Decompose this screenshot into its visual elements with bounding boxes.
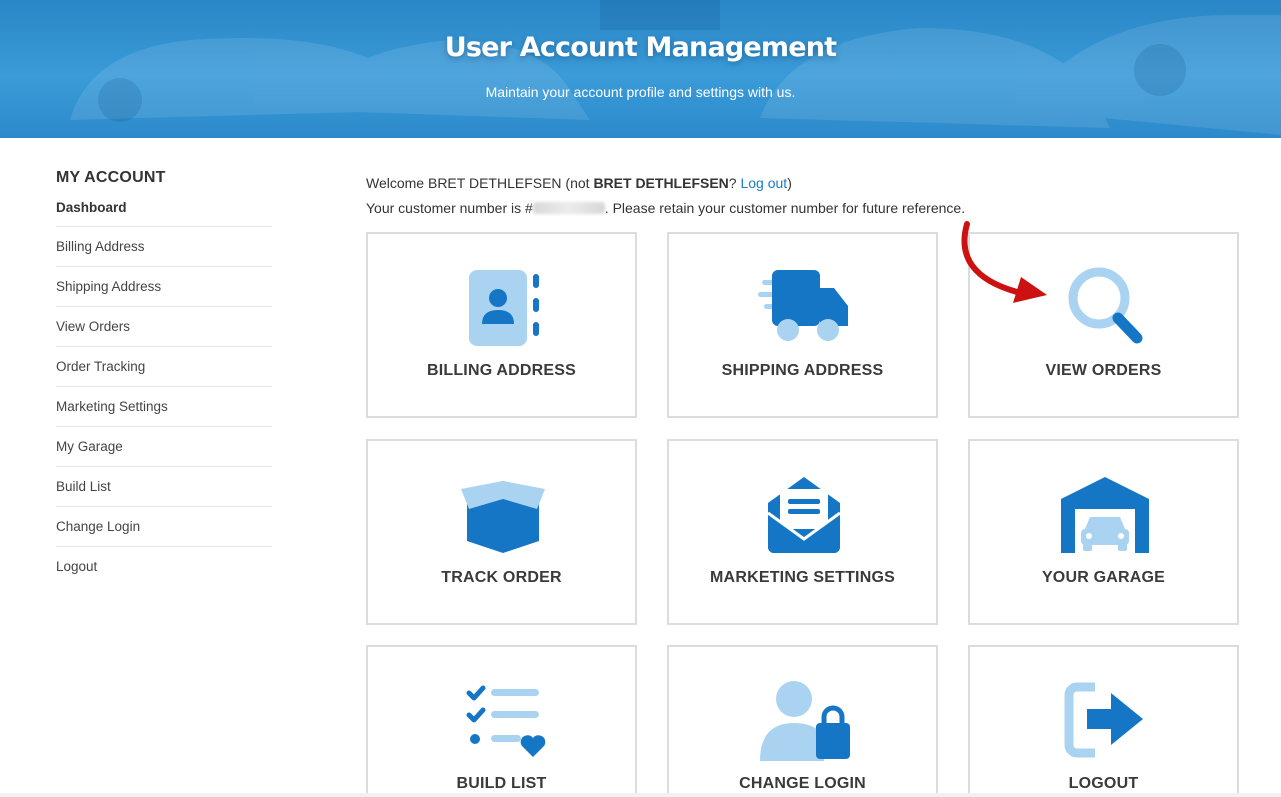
checklist-heart-icon [466,685,546,757]
sidebar-item-shipping-address[interactable]: Shipping Address [56,267,272,307]
customer-number-prefix: Your customer number is # [366,200,533,216]
page-bottom-edge [0,793,1281,797]
hero-banner: User Account Management Maintain your ac… [0,0,1281,138]
sidebar-item-order-tracking[interactable]: Order Tracking [56,347,272,387]
account-sidebar: MY ACCOUNT Dashboard Billing Address Shi… [56,168,272,587]
page-subtitle: Maintain your account profile and settin… [485,84,796,100]
tile-your-garage[interactable]: YOUR GARAGE [968,439,1239,625]
tile-billing-address[interactable]: BILLING ADDRESS [366,232,637,418]
tile-label: BUILD LIST [456,775,547,792]
address-book-icon [469,270,539,346]
tile-marketing-settings[interactable]: MARKETING SETTINGS [667,439,938,625]
tile-label: YOUR GARAGE [1041,569,1166,586]
tile-build-list[interactable]: BUILD LIST [366,645,637,797]
vintage-cars-background-icon [70,0,1281,135]
customer-number-redacted [532,202,605,214]
tile-label: VIEW ORDERS [1045,362,1162,379]
tile-shipping-address[interactable]: SHIPPING ADDRESS [667,232,938,418]
sidebar-item-dashboard[interactable]: Dashboard [56,188,272,227]
sidebar-item-build-list[interactable]: Build List [56,467,272,507]
logout-link[interactable]: Log out [740,175,787,191]
tile-label: CHANGE LOGIN [739,775,866,792]
sidebar-item-change-login[interactable]: Change Login [56,507,272,547]
customer-name: BRET DETHLEFSEN [593,175,729,191]
tile-label: BILLING ADDRESS [426,362,577,379]
delivery-truck-icon [758,270,848,341]
tile-label: TRACK ORDER [441,569,562,586]
sidebar-item-billing-address[interactable]: Billing Address [56,227,272,267]
page-title: User Account Management [444,32,837,63]
logout-arrow-icon [1064,682,1143,758]
sidebar-item-marketing-settings[interactable]: Marketing Settings [56,387,272,427]
tile-logout[interactable]: LOGOUT [968,645,1239,797]
welcome-message: Welcome BRET DETHLEFSEN (not BRET DETHLE… [366,171,965,221]
customer-number-suffix: . Please retain your customer number for… [604,200,966,216]
tile-label: LOGOUT [1068,775,1139,792]
magnifier-icon [1068,267,1143,344]
red-arrow-icon [961,221,1047,303]
sidebar-menu: Dashboard Billing Address Shipping Addre… [56,188,272,587]
welcome-suffix: ) [787,175,792,191]
sidebar-item-logout[interactable]: Logout [56,547,272,587]
tile-change-login[interactable]: CHANGE LOGIN [667,645,938,797]
open-box-icon [461,481,545,553]
sidebar-item-my-garage[interactable]: My Garage [56,427,272,467]
user-lock-icon [760,681,850,761]
tile-track-order[interactable]: TRACK ORDER [366,439,637,625]
garage-car-icon [1061,477,1149,553]
customer-number-line: Your customer number is # . Please retain… [366,196,965,221]
envelope-letter-icon [767,477,841,553]
welcome-prefix: Welcome BRET DETHLEFSEN (not [366,175,594,191]
sidebar-item-view-orders[interactable]: View Orders [56,307,272,347]
welcome-question: ? [728,175,741,191]
welcome-line: Welcome BRET DETHLEFSEN (not BRET DETHLE… [366,171,965,196]
tile-label: MARKETING SETTINGS [710,569,895,586]
tile-label: SHIPPING ADDRESS [721,362,884,379]
